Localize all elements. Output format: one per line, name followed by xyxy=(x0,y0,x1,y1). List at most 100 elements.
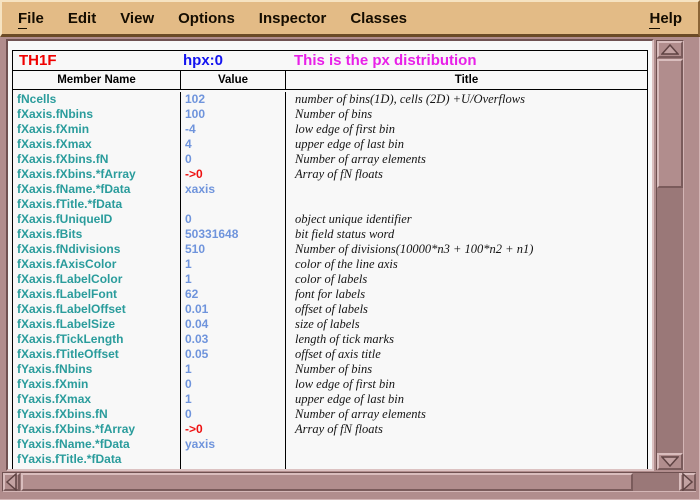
class-name: TH1F xyxy=(13,52,181,69)
member-table: TH1F hpx:0 This is the px distribution M… xyxy=(12,50,648,469)
member-name-cell: fYaxis.fXmin xyxy=(13,377,181,392)
table-row[interactable]: fYaxis.fXbins.fN0Number of array element… xyxy=(13,407,647,422)
member-name-cell: fXaxis.fXbins.fN xyxy=(13,152,181,167)
member-name-cell: fXaxis.fBits xyxy=(13,227,181,242)
scroll-down-button[interactable] xyxy=(657,453,683,470)
table-row[interactable]: fXaxis.fLabelFont62font for labels xyxy=(13,287,647,302)
value-cell: 1 xyxy=(181,272,286,287)
scroll-right-button[interactable] xyxy=(679,473,696,491)
table-row[interactable]: fXaxis.fNdivisions510Number of divisions… xyxy=(13,242,647,257)
value-cell: 100 xyxy=(181,107,286,122)
table-row[interactable]: fXaxis.fXbins.fN0Number of array element… xyxy=(13,152,647,167)
member-name-cell: fYaxis.fXbins.fN xyxy=(13,407,181,422)
member-name-cell: fXaxis.fTickLength xyxy=(13,332,181,347)
table-row[interactable]: fXaxis.fTitleOffset0.05offset of axis ti… xyxy=(13,347,647,362)
title-cell: color of the line axis xyxy=(286,257,647,272)
menu-bar-right: Help xyxy=(637,6,694,31)
member-name-cell: fXaxis.fXbins.*fArray xyxy=(13,167,181,182)
object-title: This is the px distribution xyxy=(286,52,647,69)
table-row[interactable]: fXaxis.fXbins.*fArray->0Array of fN floa… xyxy=(13,167,647,182)
table-row[interactable]: fXaxis.fBits50331648bit field status wor… xyxy=(13,227,647,242)
title-cell: Number of bins xyxy=(286,107,647,122)
member-name-cell: fXaxis.fXmax xyxy=(13,137,181,152)
member-name-cell: fYaxis.fTitle.*fData xyxy=(13,452,181,467)
value-cell: 0 xyxy=(181,377,286,392)
horizontal-scroll-thumb[interactable] xyxy=(21,473,633,491)
table-row[interactable]: fYaxis.fXbins.*fArray->0Array of fN floa… xyxy=(13,422,647,437)
member-name-cell: fXaxis.fTitleOffset xyxy=(13,347,181,362)
vertical-scrollbar[interactable] xyxy=(656,40,684,470)
triangle-right-icon xyxy=(682,473,693,491)
table-row[interactable]: fYaxis.fNbins1Number of bins xyxy=(13,362,647,377)
menu-help[interactable]: Help xyxy=(637,6,694,31)
column-header-value: Value xyxy=(181,71,286,89)
value-cell: 62 xyxy=(181,287,286,302)
table-row[interactable]: fXaxis.fXmax4upper edge of last bin xyxy=(13,137,647,152)
title-cell: offset of axis title xyxy=(286,347,647,362)
member-name-cell: fYaxis.fUniqueID xyxy=(13,467,181,469)
menu-mnemonic: F xyxy=(18,10,27,29)
value-cell xyxy=(181,197,286,212)
table-row[interactable]: fYaxis.fXmax1upper edge of last bin xyxy=(13,392,647,407)
value-cell: 4 xyxy=(181,137,286,152)
table-row[interactable]: fYaxis.fTitle.*fData xyxy=(13,452,647,467)
scroll-left-button[interactable] xyxy=(3,473,20,491)
triangle-left-icon xyxy=(6,473,17,491)
table-row[interactable]: fYaxis.fName.*fDatayaxis xyxy=(13,437,647,452)
value-cell: 0.05 xyxy=(181,347,286,362)
menu-mnemonic: H xyxy=(649,10,660,29)
table-row[interactable]: fYaxis.fXmin0low edge of first bin xyxy=(13,377,647,392)
title-cell: Array of fN floats xyxy=(286,422,647,437)
title-cell xyxy=(286,452,647,467)
object-header-row: TH1F hpx:0 This is the px distribution xyxy=(13,51,647,71)
value-cell: 0 xyxy=(181,152,286,167)
menu-inspector[interactable]: Inspector xyxy=(247,6,339,31)
table-row[interactable]: fXaxis.fTitle.*fData xyxy=(13,197,647,212)
table-row[interactable]: fXaxis.fXmin-4low edge of first bin xyxy=(13,122,647,137)
column-header-row: Member Name Value Title xyxy=(13,71,647,90)
value-cell: 0 xyxy=(181,467,286,469)
vertical-scroll-thumb[interactable] xyxy=(657,59,683,188)
table-row[interactable]: fXaxis.fLabelColor1color of labels xyxy=(13,272,647,287)
member-name-cell: fXaxis.fLabelFont xyxy=(13,287,181,302)
value-cell: ->0 xyxy=(181,422,286,437)
title-cell xyxy=(286,197,647,212)
title-cell: offset of labels xyxy=(286,302,647,317)
title-cell: Number of array elements xyxy=(286,407,647,422)
table-row[interactable]: fXaxis.fName.*fDataxaxis xyxy=(13,182,647,197)
title-cell: Number of bins xyxy=(286,362,647,377)
value-cell: xaxis xyxy=(181,182,286,197)
inspector-panel: TH1F hpx:0 This is the px distribution M… xyxy=(6,39,654,471)
menu-options[interactable]: Options xyxy=(166,6,247,31)
table-row[interactable]: fXaxis.fAxisColor1color of the line axis xyxy=(13,257,647,272)
member-name-cell: fXaxis.fTitle.*fData xyxy=(13,197,181,212)
member-name-cell: fXaxis.fUniqueID xyxy=(13,212,181,227)
scroll-up-button[interactable] xyxy=(657,41,683,58)
title-cell: upper edge of last bin xyxy=(286,392,647,407)
title-cell: low edge of first bin xyxy=(286,122,647,137)
table-row[interactable]: fNcells102number of bins(1D), cells (2D)… xyxy=(13,92,647,107)
table-row[interactable]: fYaxis.fUniqueID0object unique identifie… xyxy=(13,467,647,469)
horizontal-scrollbar[interactable] xyxy=(2,472,696,492)
title-cell xyxy=(286,182,647,197)
value-cell: 102 xyxy=(181,92,286,107)
member-name-cell: fXaxis.fAxisColor xyxy=(13,257,181,272)
member-name-cell: fXaxis.fXmin xyxy=(13,122,181,137)
table-row[interactable]: fXaxis.fTickLength0.03length of tick mar… xyxy=(13,332,647,347)
member-name-cell: fXaxis.fLabelSize xyxy=(13,317,181,332)
title-cell: Number of array elements xyxy=(286,152,647,167)
menu-file[interactable]: File xyxy=(6,6,56,31)
member-name-cell: fXaxis.fLabelOffset xyxy=(13,302,181,317)
title-cell: low edge of first bin xyxy=(286,377,647,392)
table-row[interactable]: fXaxis.fUniqueID0object unique identifie… xyxy=(13,212,647,227)
menu-view[interactable]: View xyxy=(108,6,166,31)
table-row[interactable]: fXaxis.fLabelOffset0.01offset of labels xyxy=(13,302,647,317)
member-name-cell: fXaxis.fLabelColor xyxy=(13,272,181,287)
table-row[interactable]: fXaxis.fNbins100Number of bins xyxy=(13,107,647,122)
column-header-member: Member Name xyxy=(13,71,181,89)
menu-classes[interactable]: Classes xyxy=(338,6,419,31)
title-cell: length of tick marks xyxy=(286,332,647,347)
value-cell: 1 xyxy=(181,362,286,377)
menu-edit[interactable]: Edit xyxy=(56,6,108,31)
table-row[interactable]: fXaxis.fLabelSize0.04size of labels xyxy=(13,317,647,332)
